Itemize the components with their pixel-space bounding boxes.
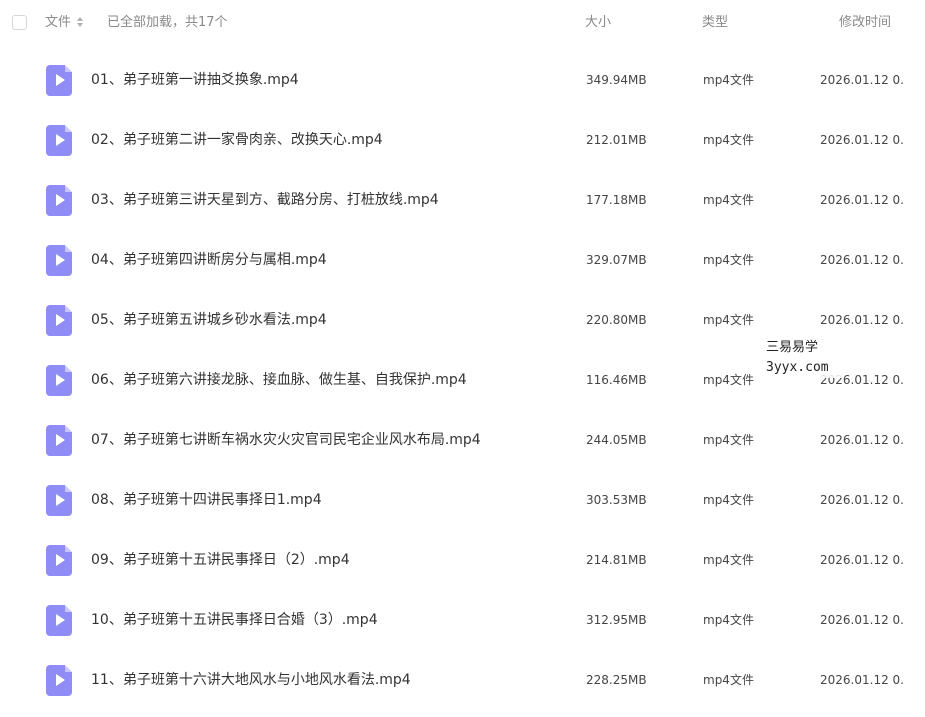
- video-file-icon: [46, 425, 72, 456]
- file-row[interactable]: 07、弟子班第七讲断车祸水灾火灾官司民宅企业风水布局.mp4 244.05MB …: [0, 410, 925, 470]
- select-all-checkbox[interactable]: [12, 15, 27, 30]
- file-size: 212.01MB: [586, 133, 647, 147]
- file-modified-time: 2026.01.12 0...: [820, 133, 904, 147]
- video-file-icon: [46, 545, 72, 576]
- file-row[interactable]: 03、弟子班第三讲天星到方、截路分房、打桩放线.mp4 177.18MB mp4…: [0, 170, 925, 230]
- file-type: mp4文件: [703, 433, 754, 447]
- video-file-icon: [46, 485, 72, 516]
- file-row[interactable]: 09、弟子班第十五讲民事择日（2）.mp4 214.81MB mp4文件 202…: [0, 530, 925, 590]
- file-type: mp4文件: [703, 133, 754, 147]
- sort-icon[interactable]: [77, 17, 83, 28]
- file-list: 01、弟子班第一讲抽爻换象.mp4 349.94MB mp4文件 2026.01…: [0, 50, 925, 710]
- file-list-header: 文件 已全部加载，共17个 大小 类型 修改时间: [0, 0, 925, 46]
- file-name[interactable]: 07、弟子班第七讲断车祸水灾火灾官司民宅企业风水布局.mp4: [91, 431, 481, 449]
- file-row[interactable]: 08、弟子班第十四讲民事择日1.mp4 303.53MB mp4文件 2026.…: [0, 470, 925, 530]
- file-size: 244.05MB: [586, 433, 647, 447]
- file-type: mp4文件: [703, 553, 754, 567]
- file-modified-time: 2026.01.12 0...: [820, 673, 904, 687]
- file-size: 214.81MB: [586, 553, 647, 567]
- file-type: mp4文件: [703, 613, 754, 627]
- file-row[interactable]: 04、弟子班第四讲断房分与属相.mp4 329.07MB mp4文件 2026.…: [0, 230, 925, 290]
- file-modified-time: 2026.01.12 0...: [820, 253, 904, 267]
- file-name[interactable]: 03、弟子班第三讲天星到方、截路分房、打桩放线.mp4: [91, 191, 439, 209]
- file-name[interactable]: 06、弟子班第六讲接龙脉、接血脉、做生基、自我保护.mp4: [91, 371, 467, 389]
- file-row[interactable]: 02、弟子班第二讲一家骨肉亲、改换天心.mp4 212.01MB mp4文件 2…: [0, 110, 925, 170]
- file-name[interactable]: 10、弟子班第十五讲民事择日合婚（3）.mp4: [91, 611, 378, 629]
- file-type: mp4文件: [703, 193, 754, 207]
- column-header-modified-time[interactable]: 修改时间: [839, 15, 891, 31]
- load-status-text: 已全部加载，共17个: [107, 15, 228, 30]
- file-size: 228.25MB: [586, 673, 647, 687]
- file-type: mp4文件: [703, 493, 754, 507]
- file-name[interactable]: 08、弟子班第十四讲民事择日1.mp4: [91, 491, 322, 509]
- file-size: 303.53MB: [586, 493, 647, 507]
- file-type: mp4文件: [703, 253, 754, 267]
- file-type: mp4文件: [703, 373, 754, 387]
- file-size: 220.80MB: [586, 313, 647, 327]
- video-file-icon: [46, 185, 72, 216]
- video-file-icon: [46, 365, 72, 396]
- file-modified-time: 2026.01.12 0...: [820, 193, 904, 207]
- file-name[interactable]: 04、弟子班第四讲断房分与属相.mp4: [91, 251, 327, 269]
- file-size: 329.07MB: [586, 253, 647, 267]
- watermark: 三易易学 3yyx.com: [762, 338, 842, 378]
- file-size: 349.94MB: [586, 73, 647, 87]
- file-modified-time: 2026.01.12 0...: [820, 313, 904, 327]
- watermark-line-2: 3yyx.com: [766, 360, 829, 375]
- video-file-icon: [46, 125, 72, 156]
- file-row[interactable]: 01、弟子班第一讲抽爻换象.mp4 349.94MB mp4文件 2026.01…: [0, 50, 925, 110]
- file-size: 116.46MB: [586, 373, 647, 387]
- watermark-line-1: 三易易学: [766, 340, 819, 355]
- file-name[interactable]: 09、弟子班第十五讲民事择日（2）.mp4: [91, 551, 350, 569]
- file-row[interactable]: 10、弟子班第十五讲民事择日合婚（3）.mp4 312.95MB mp4文件 2…: [0, 590, 925, 650]
- file-size: 312.95MB: [586, 613, 647, 627]
- file-name[interactable]: 05、弟子班第五讲城乡砂水看法.mp4: [91, 311, 327, 329]
- column-header-size[interactable]: 大小: [585, 15, 611, 31]
- video-file-icon: [46, 245, 72, 276]
- video-file-icon: [46, 665, 72, 696]
- file-modified-time: 2026.01.12 0...: [820, 433, 904, 447]
- video-file-icon: [46, 605, 72, 636]
- file-modified-time: 2026.01.12 0...: [820, 613, 904, 627]
- file-name[interactable]: 01、弟子班第一讲抽爻换象.mp4: [91, 71, 299, 89]
- file-type: mp4文件: [703, 313, 754, 327]
- file-row[interactable]: 11、弟子班第十六讲大地风水与小地风水看法.mp4 228.25MB mp4文件…: [0, 650, 925, 710]
- file-size: 177.18MB: [586, 193, 647, 207]
- file-type: mp4文件: [703, 73, 754, 87]
- file-modified-time: 2026.01.12 0...: [820, 493, 904, 507]
- file-modified-time: 2026.01.12 0...: [820, 553, 904, 567]
- column-header-name[interactable]: 文件: [45, 15, 71, 31]
- column-header-type[interactable]: 类型: [702, 15, 728, 31]
- video-file-icon: [46, 305, 72, 336]
- file-name[interactable]: 11、弟子班第十六讲大地风水与小地风水看法.mp4: [91, 671, 411, 689]
- file-name[interactable]: 02、弟子班第二讲一家骨肉亲、改换天心.mp4: [91, 131, 383, 149]
- file-type: mp4文件: [703, 673, 754, 687]
- file-modified-time: 2026.01.12 0...: [820, 73, 904, 87]
- video-file-icon: [46, 65, 72, 96]
